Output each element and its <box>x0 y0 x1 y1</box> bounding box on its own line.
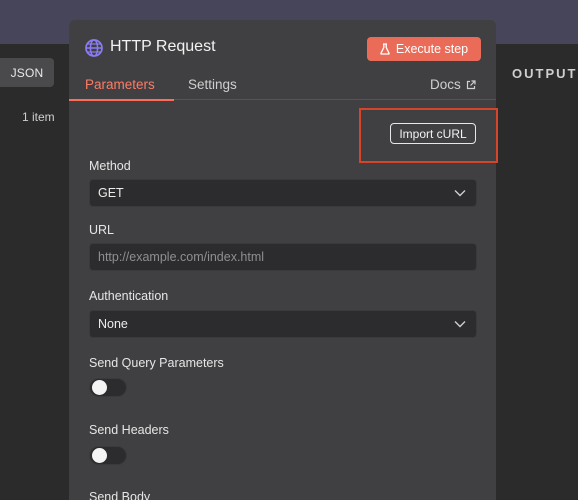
execute-step-label: Execute step <box>395 42 469 56</box>
authentication-label: Authentication <box>89 289 169 303</box>
toggle-knob <box>92 380 107 395</box>
output-panel <box>496 44 578 500</box>
tab-docs[interactable]: Docs <box>430 77 476 92</box>
send-query-toggle[interactable] <box>89 378 127 397</box>
item-count: 1 item <box>22 110 55 124</box>
output-label: OUTPUT <box>512 66 578 81</box>
tab-parameters[interactable]: Parameters <box>85 77 155 92</box>
send-body-label: Send Body <box>89 490 151 500</box>
chevron-down-icon <box>454 190 466 197</box>
method-select[interactable]: GET <box>89 179 477 207</box>
url-label: URL <box>89 223 115 237</box>
send-headers-toggle[interactable] <box>89 446 127 465</box>
send-headers-label: Send Headers <box>89 423 169 437</box>
active-tab-indicator <box>69 99 174 101</box>
tab-settings[interactable]: Settings <box>188 77 237 92</box>
execute-step-button[interactable]: Execute step <box>367 37 481 61</box>
authentication-value: None <box>98 317 128 331</box>
import-curl-button[interactable]: Import cURL <box>390 123 476 144</box>
method-label: Method <box>89 159 131 173</box>
json-view-button[interactable]: JSON <box>0 58 54 87</box>
toggle-knob <box>92 448 107 463</box>
tab-bar: Parameters Settings Docs <box>69 72 496 101</box>
flask-icon <box>380 43 390 55</box>
modal-header: HTTP Request Execute step <box>69 20 496 76</box>
globe-icon <box>85 39 103 57</box>
url-placeholder: http://example.com/index.html <box>98 250 265 264</box>
send-query-label: Send Query Parameters <box>89 356 224 370</box>
url-input[interactable]: http://example.com/index.html <box>89 243 477 271</box>
node-settings-modal: HTTP Request Execute step Parameters Set… <box>69 20 498 500</box>
method-value: GET <box>98 186 124 200</box>
external-link-icon <box>466 79 476 89</box>
authentication-select[interactable]: None <box>89 310 477 338</box>
chevron-down-icon <box>454 321 466 328</box>
node-title: HTTP Request <box>110 38 216 55</box>
docs-label: Docs <box>430 77 461 92</box>
